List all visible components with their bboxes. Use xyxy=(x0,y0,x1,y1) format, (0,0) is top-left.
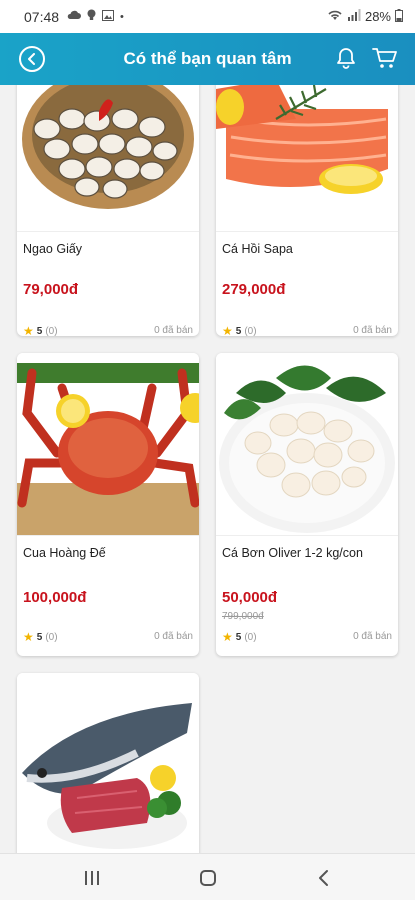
rating-score: 5 xyxy=(235,325,242,337)
product-card[interactable] xyxy=(17,673,199,853)
product-image-king-crab xyxy=(17,353,199,536)
product-price: 79,000đ xyxy=(23,281,79,298)
star-icon: ★ xyxy=(222,630,233,644)
signal-icon xyxy=(347,9,361,24)
back-circle-icon[interactable] xyxy=(19,46,45,72)
battery-icon xyxy=(395,8,403,25)
rating-count: (0) xyxy=(244,631,257,643)
star-icon: ★ xyxy=(23,324,34,336)
rating-score: 5 xyxy=(36,631,43,643)
home-icon[interactable] xyxy=(193,866,223,890)
product-image-scallops xyxy=(216,353,398,536)
rating-count: (0) xyxy=(244,325,257,337)
app-header: Có thể bạn quan tâm xyxy=(0,33,415,85)
product-name: Cá Bơn Oliver 1-2 kg/con xyxy=(222,546,363,560)
product-name: Cá Hồi Sapa xyxy=(222,242,293,256)
dot-icon: • xyxy=(120,10,124,23)
wifi-icon xyxy=(327,9,343,24)
system-nav-bar xyxy=(0,853,415,900)
cart-icon[interactable] xyxy=(372,46,398,70)
product-rating: ★ 5 (0) xyxy=(23,324,58,336)
sold-count: 0 đã bán xyxy=(154,631,193,642)
product-card[interactable]: Cá Bơn Oliver 1-2 kg/con 50,000đ 799,000… xyxy=(216,353,398,656)
status-time: 07:48 xyxy=(24,8,60,25)
sold-count: 0 đã bán xyxy=(353,631,392,642)
product-name: Cua Hoàng Đế xyxy=(23,546,106,560)
product-old-price: 799,000đ xyxy=(222,611,264,622)
bulb-icon xyxy=(87,9,96,24)
product-name: Ngao Giấy xyxy=(23,242,83,256)
product-price: 279,000đ xyxy=(222,281,286,298)
product-price: 100,000đ xyxy=(23,589,87,606)
cloud-icon xyxy=(67,10,82,23)
product-card[interactable]: Cua Hoàng Đế 100,000đ ★ 5 (0) 0 đã bán xyxy=(17,353,199,656)
image-icon xyxy=(102,9,115,24)
product-image-salmon xyxy=(216,85,398,232)
product-image-tuna xyxy=(17,673,199,853)
star-icon: ★ xyxy=(23,630,34,644)
product-grid: Ngao Giấy 79,000đ ★ 5 (0) 0 đã bán Cá Hồ… xyxy=(0,85,415,853)
product-image-clams xyxy=(17,85,199,232)
star-icon: ★ xyxy=(222,324,233,336)
status-right: 28% xyxy=(327,8,403,25)
product-price: 50,000đ xyxy=(222,589,278,606)
product-card[interactable]: Ngao Giấy 79,000đ ★ 5 (0) 0 đã bán xyxy=(17,85,199,336)
rating-score: 5 xyxy=(235,631,242,643)
nav-back-icon[interactable] xyxy=(309,866,339,890)
product-card[interactable]: Cá Hồi Sapa 279,000đ ★ 5 (0) 0 đã bán xyxy=(216,85,398,336)
rating-count: (0) xyxy=(45,325,58,337)
product-rating: ★ 5 (0) xyxy=(222,324,257,336)
rating-score: 5 xyxy=(36,325,43,337)
product-rating: ★ 5 (0) xyxy=(23,630,58,644)
bell-icon[interactable] xyxy=(334,46,358,70)
sold-count: 0 đã bán xyxy=(353,325,392,336)
sold-count: 0 đã bán xyxy=(154,325,193,336)
status-bar: 07:48 • 28% xyxy=(0,0,415,33)
product-rating: ★ 5 (0) xyxy=(222,630,257,644)
battery-text: 28% xyxy=(364,9,391,24)
recent-apps-icon[interactable] xyxy=(77,866,107,890)
rating-count: (0) xyxy=(45,631,58,643)
